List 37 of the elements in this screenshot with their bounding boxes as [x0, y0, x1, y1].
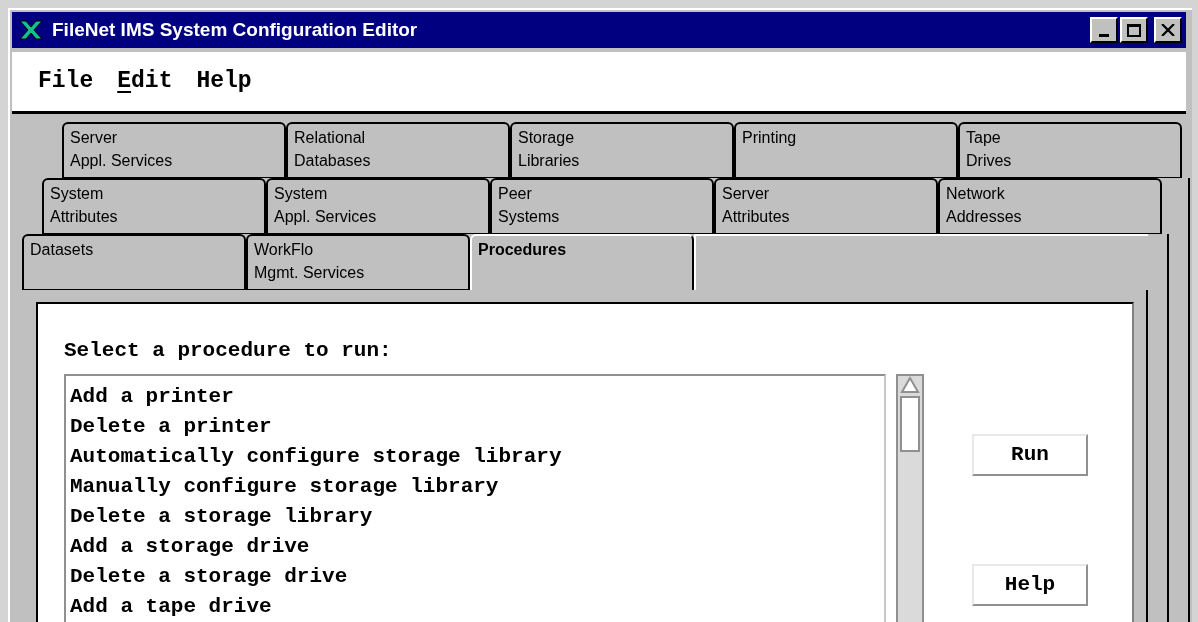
- menu-item[interactable]: File: [38, 64, 94, 99]
- prompt-label: Select a procedure to run:: [64, 338, 393, 364]
- close-icon: [1161, 24, 1175, 36]
- list-item[interactable]: Delete a storage library: [70, 502, 373, 532]
- menu-item[interactable]: Edit: [117, 64, 173, 99]
- list-item[interactable]: Delete a storage drive: [70, 562, 348, 592]
- scroll-bar[interactable]: [896, 374, 924, 622]
- list-item[interactable]: Add a storage drive: [70, 532, 310, 562]
- tab[interactable]: Server Attributes: [714, 178, 938, 234]
- minimize-button[interactable]: [1090, 17, 1118, 43]
- scroll-thumb[interactable]: [900, 396, 920, 452]
- list-item[interactable]: Add a printer: [70, 382, 234, 412]
- list-item[interactable]: Add a tape drive: [70, 592, 272, 622]
- scroll-up-icon[interactable]: [900, 376, 920, 394]
- action-button[interactable]: Run: [972, 434, 1088, 476]
- list-item[interactable]: Delete a printer: [70, 412, 272, 442]
- tab[interactable]: WorkFlo Mgmt. Services: [246, 234, 470, 290]
- tab[interactable]: System Attributes: [42, 178, 266, 234]
- procedure-list[interactable]: Add a printer Delete a printer Automatically configure storage library Manually configure storage library Delete a storage library Add a storage drive Delete a storage drive Add a tape drive: [64, 374, 886, 622]
- list-item[interactable]: Manually configure storage library: [70, 472, 499, 502]
- tab[interactable]: Server Appl. Services: [62, 122, 286, 178]
- x-logo-icon: [18, 19, 44, 41]
- tab[interactable]: Printing: [734, 122, 958, 178]
- tab[interactable]: Datasets: [22, 234, 246, 290]
- menu-item[interactable]: Help: [196, 64, 252, 99]
- tab[interactable]: System Appl. Services: [266, 178, 490, 234]
- tab[interactable]: Storage Libraries: [510, 122, 734, 178]
- tab[interactable]: Procedures: [470, 234, 694, 290]
- close-button[interactable]: [1154, 17, 1182, 43]
- window-title: FileNet IMS System Configuration Editor: [52, 17, 418, 42]
- action-button[interactable]: Help: [972, 564, 1088, 606]
- list-item[interactable]: Automatically configure storage library: [70, 442, 562, 472]
- tab[interactable]: Network Addresses: [938, 178, 1162, 234]
- tab[interactable]: Peer Systems: [490, 178, 714, 234]
- tab[interactable]: Relational Databases: [286, 122, 510, 178]
- tab[interactable]: Tape Drives: [958, 122, 1182, 178]
- maximize-button[interactable]: [1120, 17, 1148, 43]
